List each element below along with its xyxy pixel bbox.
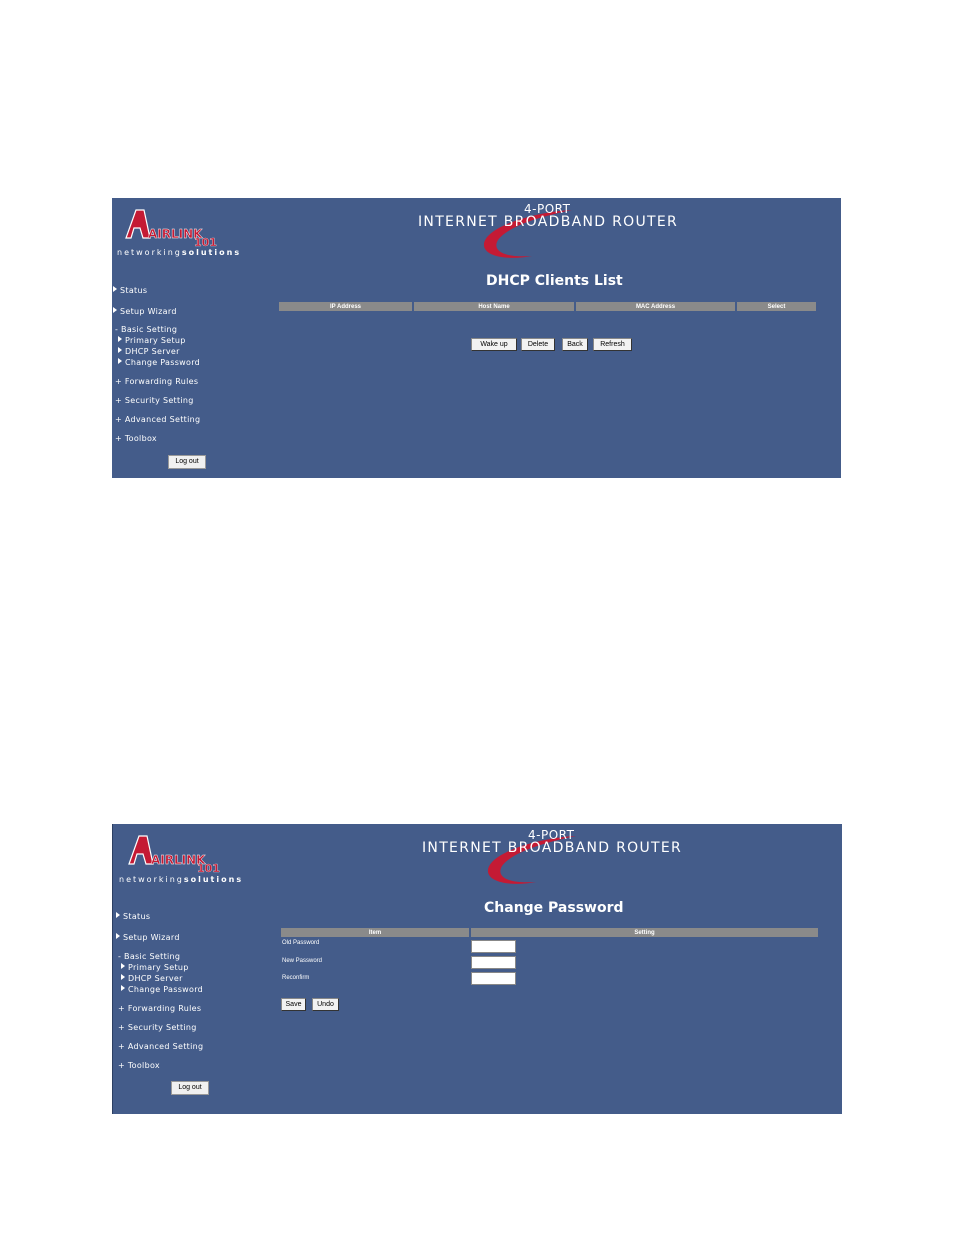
nav-change-password[interactable]: Change Password xyxy=(118,358,200,367)
nav-setup-wizard[interactable]: Setup Wizard xyxy=(116,933,180,942)
undo-button[interactable]: Undo xyxy=(312,998,339,1011)
nav-security-setting[interactable]: + Security Setting xyxy=(115,396,194,405)
nav-toolbox[interactable]: + Toolbox xyxy=(118,1061,160,1070)
column-header: Select xyxy=(737,302,816,311)
router-title: INTERNET BROADBAND ROUTER xyxy=(418,214,679,230)
arrow-icon xyxy=(118,336,122,342)
nav-forwarding-rules[interactable]: + Forwarding Rules xyxy=(118,1004,201,1013)
dhcp-clients-table: IP Address Host Name MAC Address Select xyxy=(277,302,818,311)
column-header: Host Name xyxy=(414,302,574,311)
arrow-icon xyxy=(116,912,120,918)
refresh-button[interactable]: Refresh xyxy=(593,338,632,351)
nav-primary-setup[interactable]: Primary Setup xyxy=(121,963,189,972)
change-password-screen: AIRLINK 101 networkingsolutions 4-PORT I… xyxy=(112,824,842,1114)
nav-advanced-setting[interactable]: + Advanced Setting xyxy=(118,1042,203,1051)
router-title: INTERNET BROADBAND ROUTER xyxy=(422,840,683,856)
router-banner: 4-PORT INTERNET BROADBAND ROUTER xyxy=(412,198,692,260)
logout-button[interactable]: Log out xyxy=(168,455,206,469)
password-table: Item Setting xyxy=(279,928,820,937)
wakeup-button[interactable]: Wake up xyxy=(471,338,517,351)
nav-status[interactable]: Status xyxy=(116,912,150,921)
back-button[interactable]: Back xyxy=(562,338,588,351)
arrow-icon xyxy=(118,358,122,364)
reconfirm-field[interactable] xyxy=(471,972,516,985)
arrow-icon xyxy=(121,974,125,980)
nav-status[interactable]: Status xyxy=(113,286,147,295)
nav-dhcp-server[interactable]: DHCP Server xyxy=(121,974,183,983)
arrow-icon xyxy=(121,963,125,969)
column-header: Item xyxy=(281,928,469,937)
new-password-label: New Password xyxy=(282,958,323,964)
page-title: Change Password xyxy=(484,900,624,916)
old-password-field[interactable] xyxy=(471,940,516,953)
save-button[interactable]: Save xyxy=(281,998,306,1011)
svg-text:101: 101 xyxy=(197,862,220,875)
nav-toolbox[interactable]: + Toolbox xyxy=(115,434,157,443)
nav-forwarding-rules[interactable]: + Forwarding Rules xyxy=(115,377,198,386)
dhcp-clients-screen: AIRLINK 101 networkingsolutions 4-PORT I… xyxy=(112,198,841,478)
nav-security-setting[interactable]: + Security Setting xyxy=(118,1023,197,1032)
reconfirm-label: Reconfirm xyxy=(282,975,310,981)
delete-button[interactable]: Delete xyxy=(521,338,555,351)
nav-setup-wizard[interactable]: Setup Wizard xyxy=(113,307,177,316)
nav-primary-setup[interactable]: Primary Setup xyxy=(118,336,186,345)
column-header: IP Address xyxy=(279,302,412,311)
nav-basic-setting[interactable]: - Basic Setting xyxy=(115,325,177,334)
arrow-icon xyxy=(113,286,117,292)
nav-basic-setting[interactable]: - Basic Setting xyxy=(118,952,180,961)
logout-button[interactable]: Log out xyxy=(171,1081,209,1095)
old-password-label: Old Password xyxy=(282,940,320,946)
tagline: networkingsolutions xyxy=(119,875,244,884)
nav-dhcp-server[interactable]: DHCP Server xyxy=(118,347,180,356)
tagline: networkingsolutions xyxy=(117,248,242,257)
arrow-icon xyxy=(116,933,120,939)
column-header: Setting xyxy=(471,928,818,937)
nav-advanced-setting[interactable]: + Advanced Setting xyxy=(115,415,200,424)
arrow-icon xyxy=(121,985,125,991)
nav-change-password[interactable]: Change Password xyxy=(121,985,203,994)
column-header: MAC Address xyxy=(576,302,735,311)
arrow-icon xyxy=(113,307,117,313)
new-password-field[interactable] xyxy=(471,956,516,969)
arrow-icon xyxy=(118,347,122,353)
router-banner: 4-PORT INTERNET BROADBAND ROUTER xyxy=(416,824,696,886)
page-title: DHCP Clients List xyxy=(486,273,623,289)
